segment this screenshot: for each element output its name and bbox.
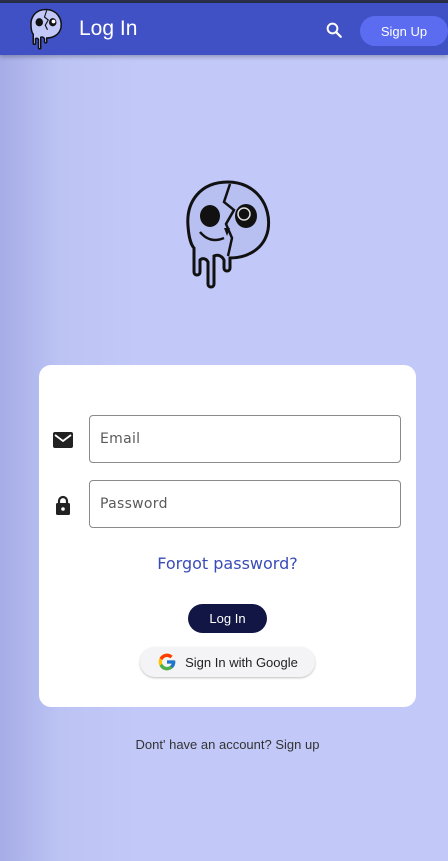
login-card: Forgot password? Log In Sign In with Goo…: [39, 365, 416, 707]
app-bar: Log In Sign Up: [0, 3, 448, 55]
page-title: Log In: [79, 17, 138, 40]
google-icon: [158, 653, 176, 671]
email-field[interactable]: [89, 415, 401, 463]
skull-logo-icon: [186, 180, 271, 289]
password-field-icon: [52, 494, 74, 516]
password-field[interactable]: [89, 480, 401, 528]
search-icon: [326, 22, 342, 38]
signup-prompt-link[interactable]: Dont' have an account? Sign up: [0, 737, 448, 752]
search-button[interactable]: [322, 18, 346, 42]
google-signin-button[interactable]: Sign In with Google: [140, 647, 315, 677]
google-signin-label: Sign In with Google: [185, 654, 298, 670]
email-field-icon: [52, 429, 74, 451]
forgot-password-link[interactable]: Forgot password?: [39, 554, 416, 573]
app-logo-icon[interactable]: [28, 7, 64, 51]
mail-icon: [53, 432, 73, 448]
login-button[interactable]: Log In: [188, 604, 267, 633]
signup-button[interactable]: Sign Up: [360, 16, 448, 46]
lock-icon: [56, 495, 70, 515]
